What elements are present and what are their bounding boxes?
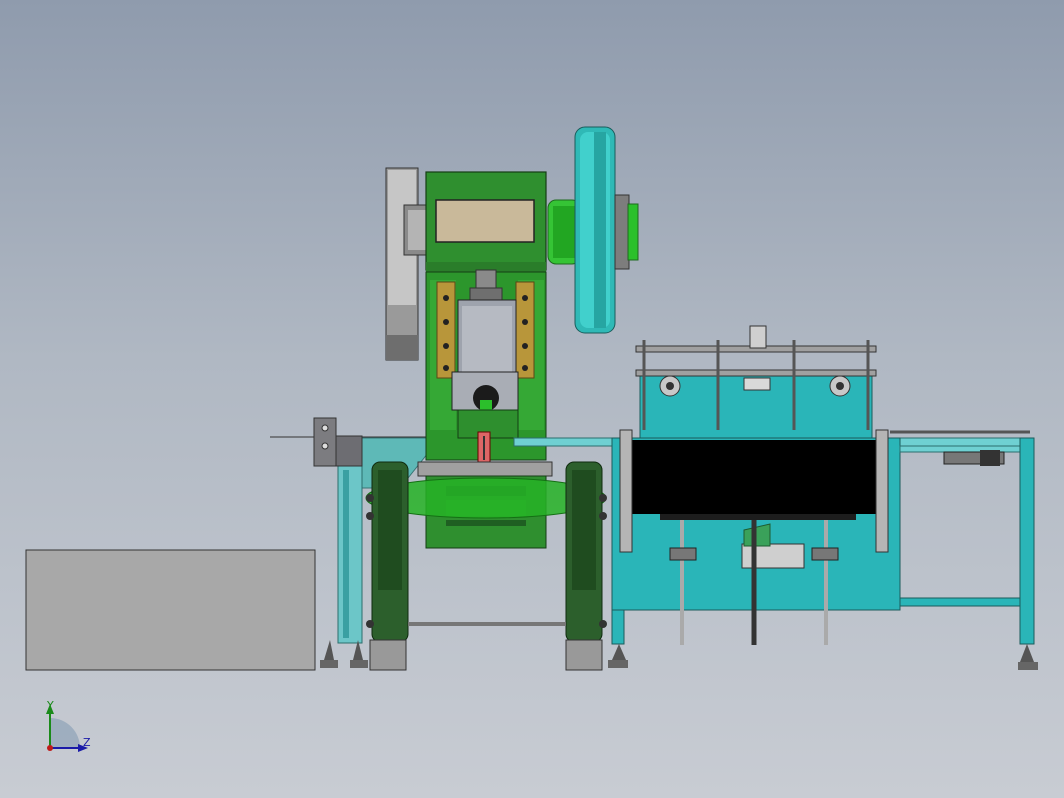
y-axis-label: Y bbox=[46, 699, 54, 712]
left-flywheel[interactable] bbox=[385, 167, 431, 361]
assembly-model[interactable]: Y Z bbox=[0, 0, 1064, 798]
coordinate-triad: Y Z bbox=[46, 699, 91, 752]
cad-viewport[interactable]: Y Z bbox=[0, 0, 1064, 798]
right-flywheel[interactable] bbox=[547, 126, 639, 334]
gray-storage-box[interactable] bbox=[25, 549, 316, 671]
z-axis-label: Z bbox=[83, 736, 91, 749]
right-extension-frame[interactable] bbox=[890, 430, 1038, 670]
